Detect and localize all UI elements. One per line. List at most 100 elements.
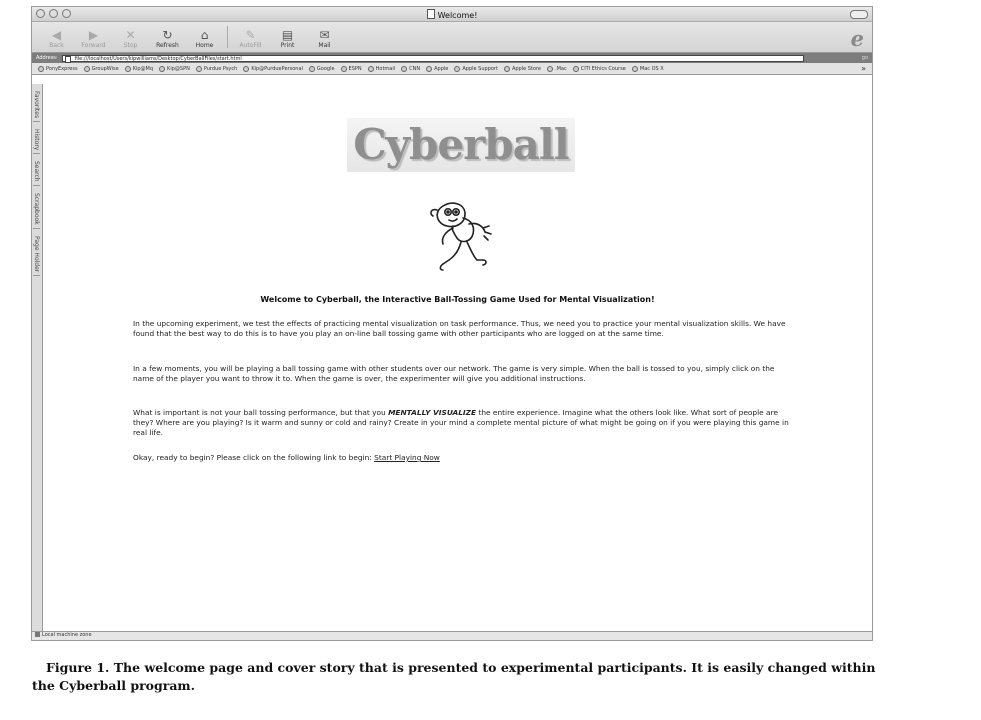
toolbar-button-label: AutoFill — [239, 42, 262, 49]
favorite-globe-icon — [38, 65, 44, 72]
toolbar-toggle-button[interactable] — [850, 10, 868, 19]
favorite-link[interactable]: .Mac — [547, 65, 567, 72]
address-bar: Address: file:///localhost/Users/kipwill… — [32, 53, 872, 63]
window-title: Welcome! — [32, 9, 872, 20]
stop-icon: ✕ — [125, 28, 136, 42]
favorite-link[interactable]: Apple Store — [503, 65, 541, 72]
favorite-globe-icon — [340, 65, 347, 72]
intro-paragraph: In the upcoming experiment, we test the … — [133, 319, 786, 338]
favorite-label: Kip@Mq — [132, 65, 154, 72]
favorite-link[interactable]: GroupWise — [83, 65, 119, 72]
go-button[interactable]: go — [862, 55, 868, 61]
favorite-link[interactable]: Purdue Psych — [195, 65, 237, 72]
print-button[interactable]: ▤ Print — [269, 29, 306, 52]
favorite-label: Apple Support — [462, 65, 498, 72]
forward-button[interactable]: ▶ Forward — [75, 29, 112, 52]
favorite-globe-icon — [426, 65, 433, 72]
favorite-link[interactable]: CNN — [401, 65, 421, 72]
browser-window: Welcome! ◀ Back ▶ Forward ✕ Stop ↻ Refresh ⌂ Home… — [31, 6, 873, 641]
favorite-globe-icon — [547, 65, 553, 72]
favorite-label: Mac OS X — [639, 65, 664, 72]
sidebar-tab-favorites[interactable]: Favorites — [33, 88, 40, 123]
refresh-icon: ↻ — [162, 28, 173, 42]
favorite-label: GroupWise — [91, 65, 119, 72]
favorite-globe-icon — [454, 65, 461, 72]
favorite-label: CITI Ethics Course — [580, 65, 626, 72]
title-bar: Welcome! — [32, 7, 872, 22]
begin-prompt: Okay, ready to begin? Please click on th… — [133, 453, 375, 462]
favorite-globe-icon — [308, 65, 315, 72]
cyberball-mascot-icon — [430, 202, 492, 271]
cyberball-logo: Cyberball — [347, 118, 575, 172]
favorite-link[interactable]: ESPN — [340, 65, 362, 72]
stop-button[interactable]: ✕ Stop — [112, 29, 149, 52]
favorite-label: Apple Store — [511, 65, 541, 72]
toolbar-button-label: Back — [49, 42, 64, 49]
sidebar-tab-history[interactable]: History — [33, 126, 40, 155]
favorite-globe-icon — [503, 65, 510, 72]
print-icon: ▤ — [281, 28, 294, 42]
favorite-label: ESPN — [348, 65, 362, 72]
favorite-link[interactable]: CITI Ethics Course — [572, 65, 626, 72]
zone-icon — [35, 632, 40, 637]
begin-paragraph: Okay, ready to begin? Please click on th… — [133, 453, 793, 463]
sidebar-tab-search[interactable]: Search — [33, 158, 40, 187]
favorites-bar: PonyExpress GroupWise Kip@Mq Kip@SPN Purdue … — [32, 63, 872, 75]
explorer-sidebar: Favorites History Search Scrapbook Page Hold… — [32, 84, 43, 632]
favorite-label: Kip@SPN — [167, 65, 190, 72]
favorite-label: CNN — [409, 65, 421, 72]
sidebar-tab-scrapbook[interactable]: Scrapbook — [33, 190, 40, 229]
toolbar-button-label: Forward — [81, 42, 106, 49]
toolbar-button-label: Stop — [123, 42, 138, 49]
favorite-globe-icon — [367, 65, 374, 72]
favorite-link[interactable]: PonyExpress — [38, 65, 78, 72]
favorite-link[interactable]: Kip@PurduePersonal — [243, 65, 303, 72]
favorite-link[interactable]: Apple Support — [454, 65, 498, 72]
favorite-globe-icon — [124, 65, 131, 72]
page-content: Cyberball Welcome to Cyberball, the Inte… — [43, 84, 872, 631]
visualize-emphasis: MENTALLY VISUALIZE — [388, 408, 477, 417]
favorite-label: Google — [316, 65, 335, 72]
favorite-label: Kip@PurduePersonal — [251, 65, 303, 72]
favorite-globe-icon — [243, 65, 250, 72]
home-button[interactable]: ⌂ Home — [186, 29, 223, 52]
welcome-heading: Welcome to Cyberball, the Interactive Ba… — [260, 295, 655, 304]
back-arrow-icon: ◀ — [51, 28, 62, 42]
favorite-globe-icon — [159, 65, 166, 72]
status-bar: Local machine zone — [32, 631, 872, 640]
toolbar: ◀ Back ▶ Forward ✕ Stop ↻ Refresh ⌂ Home ✎ AutoFill… — [32, 22, 872, 53]
favorite-link[interactable]: Mac OS X — [631, 65, 664, 72]
toolbar-separator — [227, 26, 228, 48]
visualize-paragraph: What is important is not your ball tossi… — [133, 408, 793, 438]
instructions-paragraph: In a few moments, you will be playing a … — [133, 364, 775, 383]
address-input[interactable]: file:///localhost/Users/kipwilliams/Desk… — [61, 54, 804, 63]
favorite-link[interactable]: Kip@SPN — [159, 65, 190, 72]
mail-icon: ✉ — [319, 28, 330, 42]
favorite-link[interactable]: Kip@Mq — [124, 65, 154, 72]
favorite-globe-icon — [401, 65, 408, 72]
toolbar-button-label: Home — [195, 42, 214, 49]
autofill-button[interactable]: ✎ AutoFill — [232, 29, 269, 52]
back-button[interactable]: ◀ Back — [38, 29, 75, 52]
home-icon: ⌂ — [200, 28, 209, 42]
favorite-label: PonyExpress — [46, 65, 78, 72]
sidebar-tab-page-holder[interactable]: Page Holder — [33, 233, 40, 277]
favorites-more-button[interactable]: » — [861, 64, 866, 73]
autofill-icon: ✎ — [245, 28, 256, 42]
internet-explorer-logo-icon: e — [850, 26, 864, 51]
favorite-globe-icon — [195, 65, 202, 72]
favorite-globe-icon — [83, 65, 90, 72]
favorite-link[interactable]: Google — [308, 65, 335, 72]
favorite-label: Apple — [434, 65, 449, 72]
mail-button[interactable]: ✉ Mail — [306, 29, 343, 52]
favorite-globe-icon — [572, 65, 579, 72]
start-playing-link[interactable]: Start Playing Now — [374, 453, 440, 462]
toolbar-button-label: Mail — [318, 42, 331, 49]
document-icon — [426, 9, 435, 19]
favorite-link[interactable]: Apple — [426, 65, 449, 72]
toolbar-button-label: Print — [280, 42, 295, 49]
figure-caption: Figure 1. The welcome page and cover sto… — [32, 660, 876, 693]
favorite-globe-icon — [631, 65, 638, 72]
refresh-button[interactable]: ↻ Refresh — [149, 29, 186, 52]
favorite-link[interactable]: Hotmail — [367, 65, 395, 72]
